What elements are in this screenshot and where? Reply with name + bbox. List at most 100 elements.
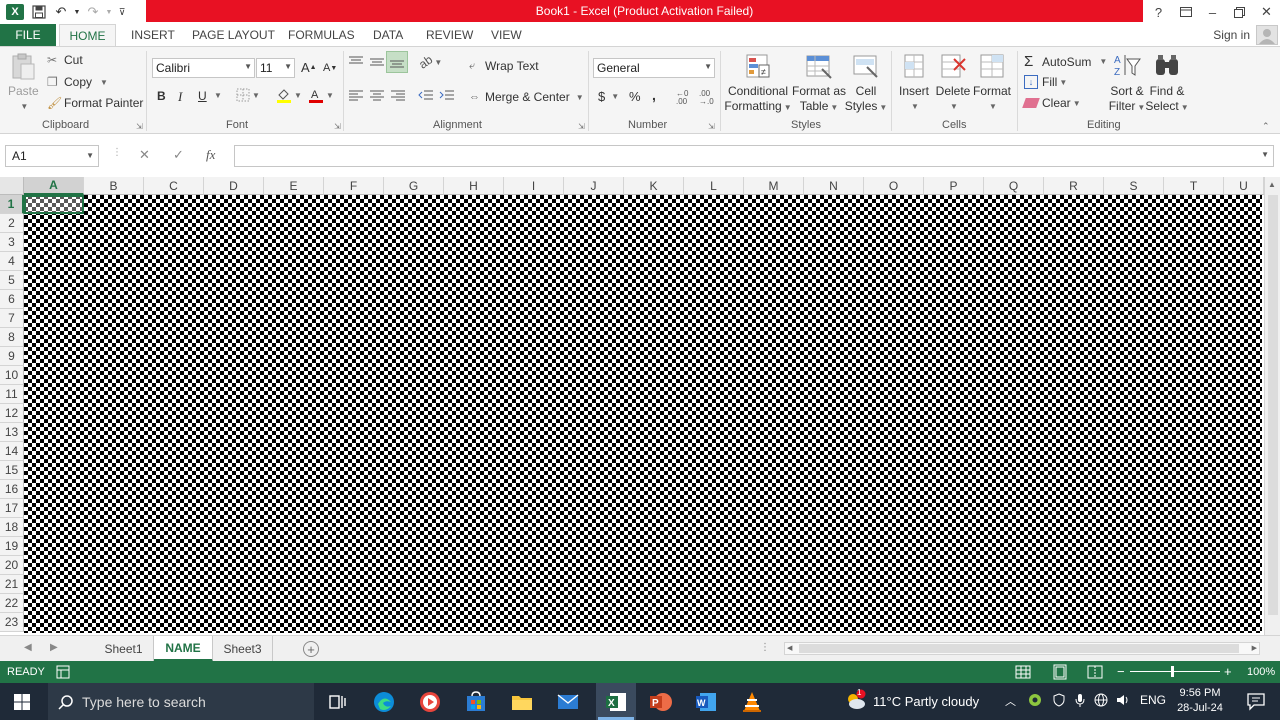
cut-button[interactable]: ✂ Cut: [47, 53, 83, 67]
row-header-10[interactable]: 10: [0, 366, 24, 385]
edge-icon[interactable]: [372, 690, 396, 714]
media-player-icon[interactable]: [418, 690, 442, 714]
clear-button[interactable]: Clear ▼: [1022, 96, 1081, 110]
column-header-c[interactable]: C: [144, 177, 204, 195]
italic-button[interactable]: I: [178, 89, 182, 105]
sheet-tab[interactable]: Sheet1: [94, 636, 154, 662]
row-header-23[interactable]: 23: [0, 613, 24, 632]
merge-center-button[interactable]: ⇔ Merge & Center ▼: [469, 90, 584, 104]
row-header-18[interactable]: 18: [0, 518, 24, 537]
next-sheet-icon[interactable]: ▶: [50, 642, 58, 653]
prev-sheet-icon[interactable]: ◀: [24, 642, 32, 653]
show-hidden-icons-icon[interactable]: ︿: [1005, 693, 1016, 709]
network-globe-icon[interactable]: [1094, 693, 1108, 710]
undo-icon[interactable]: ↶: [50, 0, 72, 24]
column-header-p[interactable]: P: [924, 177, 984, 195]
bottom-align-button[interactable]: [386, 51, 408, 73]
insert-cells-button[interactable]: Insert ▼: [896, 51, 932, 114]
currency-button[interactable]: $ ▼: [598, 89, 619, 104]
add-sheet-button[interactable]: +: [303, 641, 319, 657]
number-format-select[interactable]: General ▼: [593, 58, 715, 78]
row-header-7[interactable]: 7: [0, 309, 24, 328]
orientation-button[interactable]: ab ▼: [416, 52, 442, 71]
vlc-icon[interactable]: [740, 690, 764, 714]
format-cells-button[interactable]: Format ▼: [972, 51, 1012, 114]
vertical-scrollbar[interactable]: ▲: [1264, 177, 1280, 635]
format-painter-button[interactable]: 🖌 Format Painter: [47, 96, 143, 110]
row-header-16[interactable]: 16: [0, 480, 24, 499]
column-header-k[interactable]: K: [624, 177, 684, 195]
powerpoint-icon[interactable]: P: [648, 690, 672, 714]
column-header-f[interactable]: F: [324, 177, 384, 195]
weather-text[interactable]: 11°C Partly cloudy: [873, 694, 979, 709]
redo-dropdown-icon[interactable]: ▼: [104, 0, 114, 24]
taskbar-search[interactable]: Type here to search: [48, 683, 314, 720]
undo-dropdown-icon[interactable]: ▼: [72, 0, 82, 24]
row-header-8[interactable]: 8: [0, 328, 24, 347]
font-name-select[interactable]: Calibri ▼: [152, 58, 255, 78]
conditional-formatting-button[interactable]: ≠ Conditional Formatting ▼: [724, 51, 792, 115]
format-as-table-button[interactable]: Format as Table ▼: [791, 51, 847, 115]
windows-start-icon[interactable]: [14, 694, 30, 710]
zoom-slider-handle[interactable]: [1171, 666, 1174, 677]
normal-view-icon[interactable]: [1015, 664, 1031, 680]
paste-button[interactable]: Paste ▼: [8, 51, 39, 114]
copy-dropdown-icon[interactable]: ▼: [100, 78, 108, 87]
scroll-left-icon[interactable]: ◀: [787, 644, 792, 652]
help-icon[interactable]: ?: [1145, 0, 1172, 24]
percent-button[interactable]: %: [629, 89, 641, 104]
selected-cell[interactable]: [24, 195, 84, 214]
ribbon-display-icon[interactable]: [1172, 0, 1199, 24]
task-view-icon[interactable]: [326, 690, 350, 714]
middle-align-button[interactable]: [369, 55, 385, 69]
merge-dropdown-icon[interactable]: ▼: [576, 93, 584, 102]
horizontal-scrollbar[interactable]: ◀ ▶: [784, 642, 1260, 655]
minimize-icon[interactable]: –: [1199, 0, 1226, 24]
cancel-entry-icon[interactable]: ✕: [139, 147, 150, 163]
sign-in-link[interactable]: Sign in: [1213, 24, 1250, 46]
close-icon[interactable]: ✕: [1253, 0, 1280, 24]
decrease-indent-button[interactable]: [418, 89, 434, 103]
redo-icon[interactable]: ↷: [82, 0, 104, 24]
row-header-4[interactable]: 4: [0, 252, 24, 271]
font-launcher-icon[interactable]: ⇲: [334, 122, 341, 131]
tab-file[interactable]: FILE: [0, 24, 56, 46]
name-box[interactable]: A1 ▼: [5, 145, 99, 167]
column-header-j[interactable]: J: [564, 177, 624, 195]
row-header-12[interactable]: 12: [0, 404, 24, 423]
zoom-out-button[interactable]: −: [1117, 664, 1125, 679]
font-size-select[interactable]: 11 ▼: [256, 58, 295, 78]
fill-button[interactable]: ↓ Fill ▼: [1024, 75, 1067, 89]
column-header-r[interactable]: R: [1044, 177, 1104, 195]
shrink-font-button[interactable]: A ▼: [323, 62, 337, 74]
word-icon[interactable]: W: [694, 690, 718, 714]
security-tray-icon[interactable]: [1052, 693, 1066, 710]
align-right-button[interactable]: [390, 89, 406, 103]
row-header-6[interactable]: 6: [0, 290, 24, 309]
column-header-s[interactable]: S: [1104, 177, 1164, 195]
customize-toolbar-icon[interactable]: ⊽: [114, 0, 130, 24]
find-select-button[interactable]: Find & Select ▼: [1145, 51, 1189, 115]
row-header-19[interactable]: 19: [0, 537, 24, 556]
column-header-q[interactable]: Q: [984, 177, 1044, 195]
underline-dropdown-icon[interactable]: ▼: [212, 91, 222, 100]
borders-button[interactable]: ▼: [236, 88, 260, 102]
scroll-thumb[interactable]: [799, 644, 1239, 653]
scroll-up-icon[interactable]: ▲: [1268, 180, 1276, 189]
fill-color-button[interactable]: ▼: [276, 87, 302, 103]
tab-formulas[interactable]: FORMULAS: [288, 24, 355, 46]
scroll-thumb[interactable]: [1268, 195, 1278, 615]
microphone-icon[interactable]: [1074, 693, 1086, 710]
column-header-l[interactable]: L: [684, 177, 744, 195]
paste-dropdown-icon[interactable]: ▼: [20, 99, 28, 114]
copy-button[interactable]: ❐ Copy ▼: [47, 75, 108, 89]
column-header-h[interactable]: H: [444, 177, 504, 195]
cell-area[interactable]: [24, 195, 1262, 633]
weather-icon[interactable]: [843, 689, 867, 713]
system-clock[interactable]: 9:56 PM 28-Jul-24: [1172, 686, 1228, 716]
cell-styles-button[interactable]: Cell Styles ▼: [845, 51, 887, 115]
row-header-21[interactable]: 21: [0, 575, 24, 594]
notifications-icon[interactable]: [1246, 691, 1266, 711]
formula-input[interactable]: ▼: [234, 145, 1274, 167]
tab-insert[interactable]: INSERT: [131, 24, 175, 46]
